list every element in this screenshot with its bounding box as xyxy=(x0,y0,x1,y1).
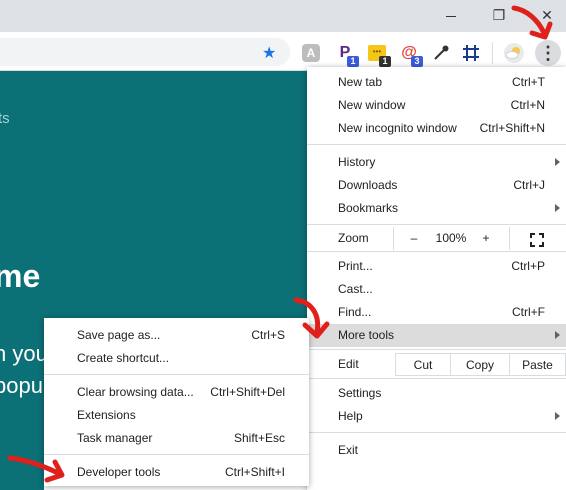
menu-separator xyxy=(307,432,566,433)
menu-item-downloads[interactable]: Downloads Ctrl+J xyxy=(307,174,566,197)
address-bar[interactable] xyxy=(0,38,290,66)
ext-badge: 1 xyxy=(347,56,359,67)
submenu-item-extensions[interactable]: Extensions xyxy=(44,404,309,427)
restore-icon: ❐ xyxy=(492,7,506,23)
menu-separator xyxy=(307,144,566,145)
menu-item-edit: Edit Cut Copy Paste xyxy=(307,353,566,376)
close-window-button[interactable]: ✕ xyxy=(534,4,560,26)
submenu-arrow-icon xyxy=(555,158,560,166)
page-text-popu: popu xyxy=(0,373,43,398)
menu-item-zoom: Zoom – 100% + xyxy=(307,227,566,250)
ext-eyedropper-icon[interactable] xyxy=(430,42,452,64)
minimize-icon xyxy=(446,15,456,17)
submenu-arrow-icon xyxy=(555,331,560,339)
page-text-ts: ts xyxy=(0,110,10,127)
menu-item-new-incognito[interactable]: New incognito window Ctrl+Shift+N xyxy=(307,117,566,140)
menu-item-more-tools[interactable]: More tools xyxy=(307,324,566,347)
menu-item-help[interactable]: Help xyxy=(307,405,566,428)
menu-separator xyxy=(307,349,566,350)
submenu-item-task-manager[interactable]: Task manager Shift+Esc xyxy=(44,427,309,450)
submenu-item-developer-tools[interactable]: Developer tools Ctrl+Shift+I xyxy=(44,461,309,484)
menu-separator xyxy=(307,251,566,252)
ext-grid-icon[interactable] xyxy=(460,42,482,64)
chrome-menu-button[interactable]: ⋮ xyxy=(535,40,561,66)
menu-item-new-window[interactable]: New window Ctrl+N xyxy=(307,94,566,117)
close-icon: ✕ xyxy=(541,7,553,23)
title-bar xyxy=(0,0,566,32)
ext-a-icon[interactable]: A xyxy=(300,42,322,64)
ext-badge: 1 xyxy=(379,56,391,67)
page-heading: me xyxy=(0,258,41,294)
paste-button[interactable]: Paste xyxy=(509,353,566,376)
chrome-main-menu: New tab Ctrl+T New window Ctrl+N New inc… xyxy=(307,67,566,490)
submenu-separator xyxy=(44,454,309,455)
copy-button[interactable]: Copy xyxy=(450,353,510,376)
menu-separator xyxy=(307,224,566,225)
menu-item-exit[interactable]: Exit xyxy=(307,439,566,462)
bookmark-star-icon[interactable]: ★ xyxy=(262,43,276,63)
menu-item-history[interactable]: History xyxy=(307,151,566,174)
menu-separator xyxy=(307,378,566,379)
menu-item-bookmarks[interactable]: Bookmarks xyxy=(307,197,566,220)
kebab-menu-icon: ⋮ xyxy=(539,43,557,63)
minimize-button[interactable] xyxy=(438,4,464,26)
menu-item-new-tab[interactable]: New tab Ctrl+T xyxy=(307,71,566,94)
menu-item-find[interactable]: Find... Ctrl+F xyxy=(307,301,566,324)
toolbar-divider xyxy=(492,42,493,64)
zoom-level: 100% xyxy=(435,231,467,245)
zoom-in-button[interactable]: + xyxy=(479,227,493,250)
restore-button[interactable]: ❐ xyxy=(486,4,512,26)
ext-badge: 3 xyxy=(411,56,423,67)
submenu-arrow-icon xyxy=(555,412,560,420)
more-tools-submenu: Save page as... Ctrl+S Create shortcut..… xyxy=(44,318,309,486)
fullscreen-button[interactable] xyxy=(530,232,544,247)
menu-item-print[interactable]: Print... Ctrl+P xyxy=(307,255,566,278)
ext-weather-icon[interactable] xyxy=(503,42,525,64)
submenu-separator xyxy=(44,374,309,375)
submenu-item-save-page[interactable]: Save page as... Ctrl+S xyxy=(44,324,309,347)
zoom-out-button[interactable]: – xyxy=(407,227,421,250)
submenu-item-create-shortcut[interactable]: Create shortcut... xyxy=(44,347,309,370)
ext-spiral-icon[interactable]: @ 3 xyxy=(398,42,423,67)
cut-button[interactable]: Cut xyxy=(395,353,451,376)
fullscreen-icon xyxy=(530,233,544,247)
page-text-you: n you xyxy=(0,341,48,366)
ext-note-icon[interactable]: ••• 1 xyxy=(366,42,391,67)
submenu-item-clear-browsing[interactable]: Clear browsing data... Ctrl+Shift+Del xyxy=(44,381,309,404)
menu-item-cast[interactable]: Cast... xyxy=(307,278,566,301)
submenu-arrow-icon xyxy=(555,204,560,212)
ext-p-icon[interactable]: P 1 xyxy=(334,42,359,67)
menu-item-settings[interactable]: Settings xyxy=(307,382,566,405)
